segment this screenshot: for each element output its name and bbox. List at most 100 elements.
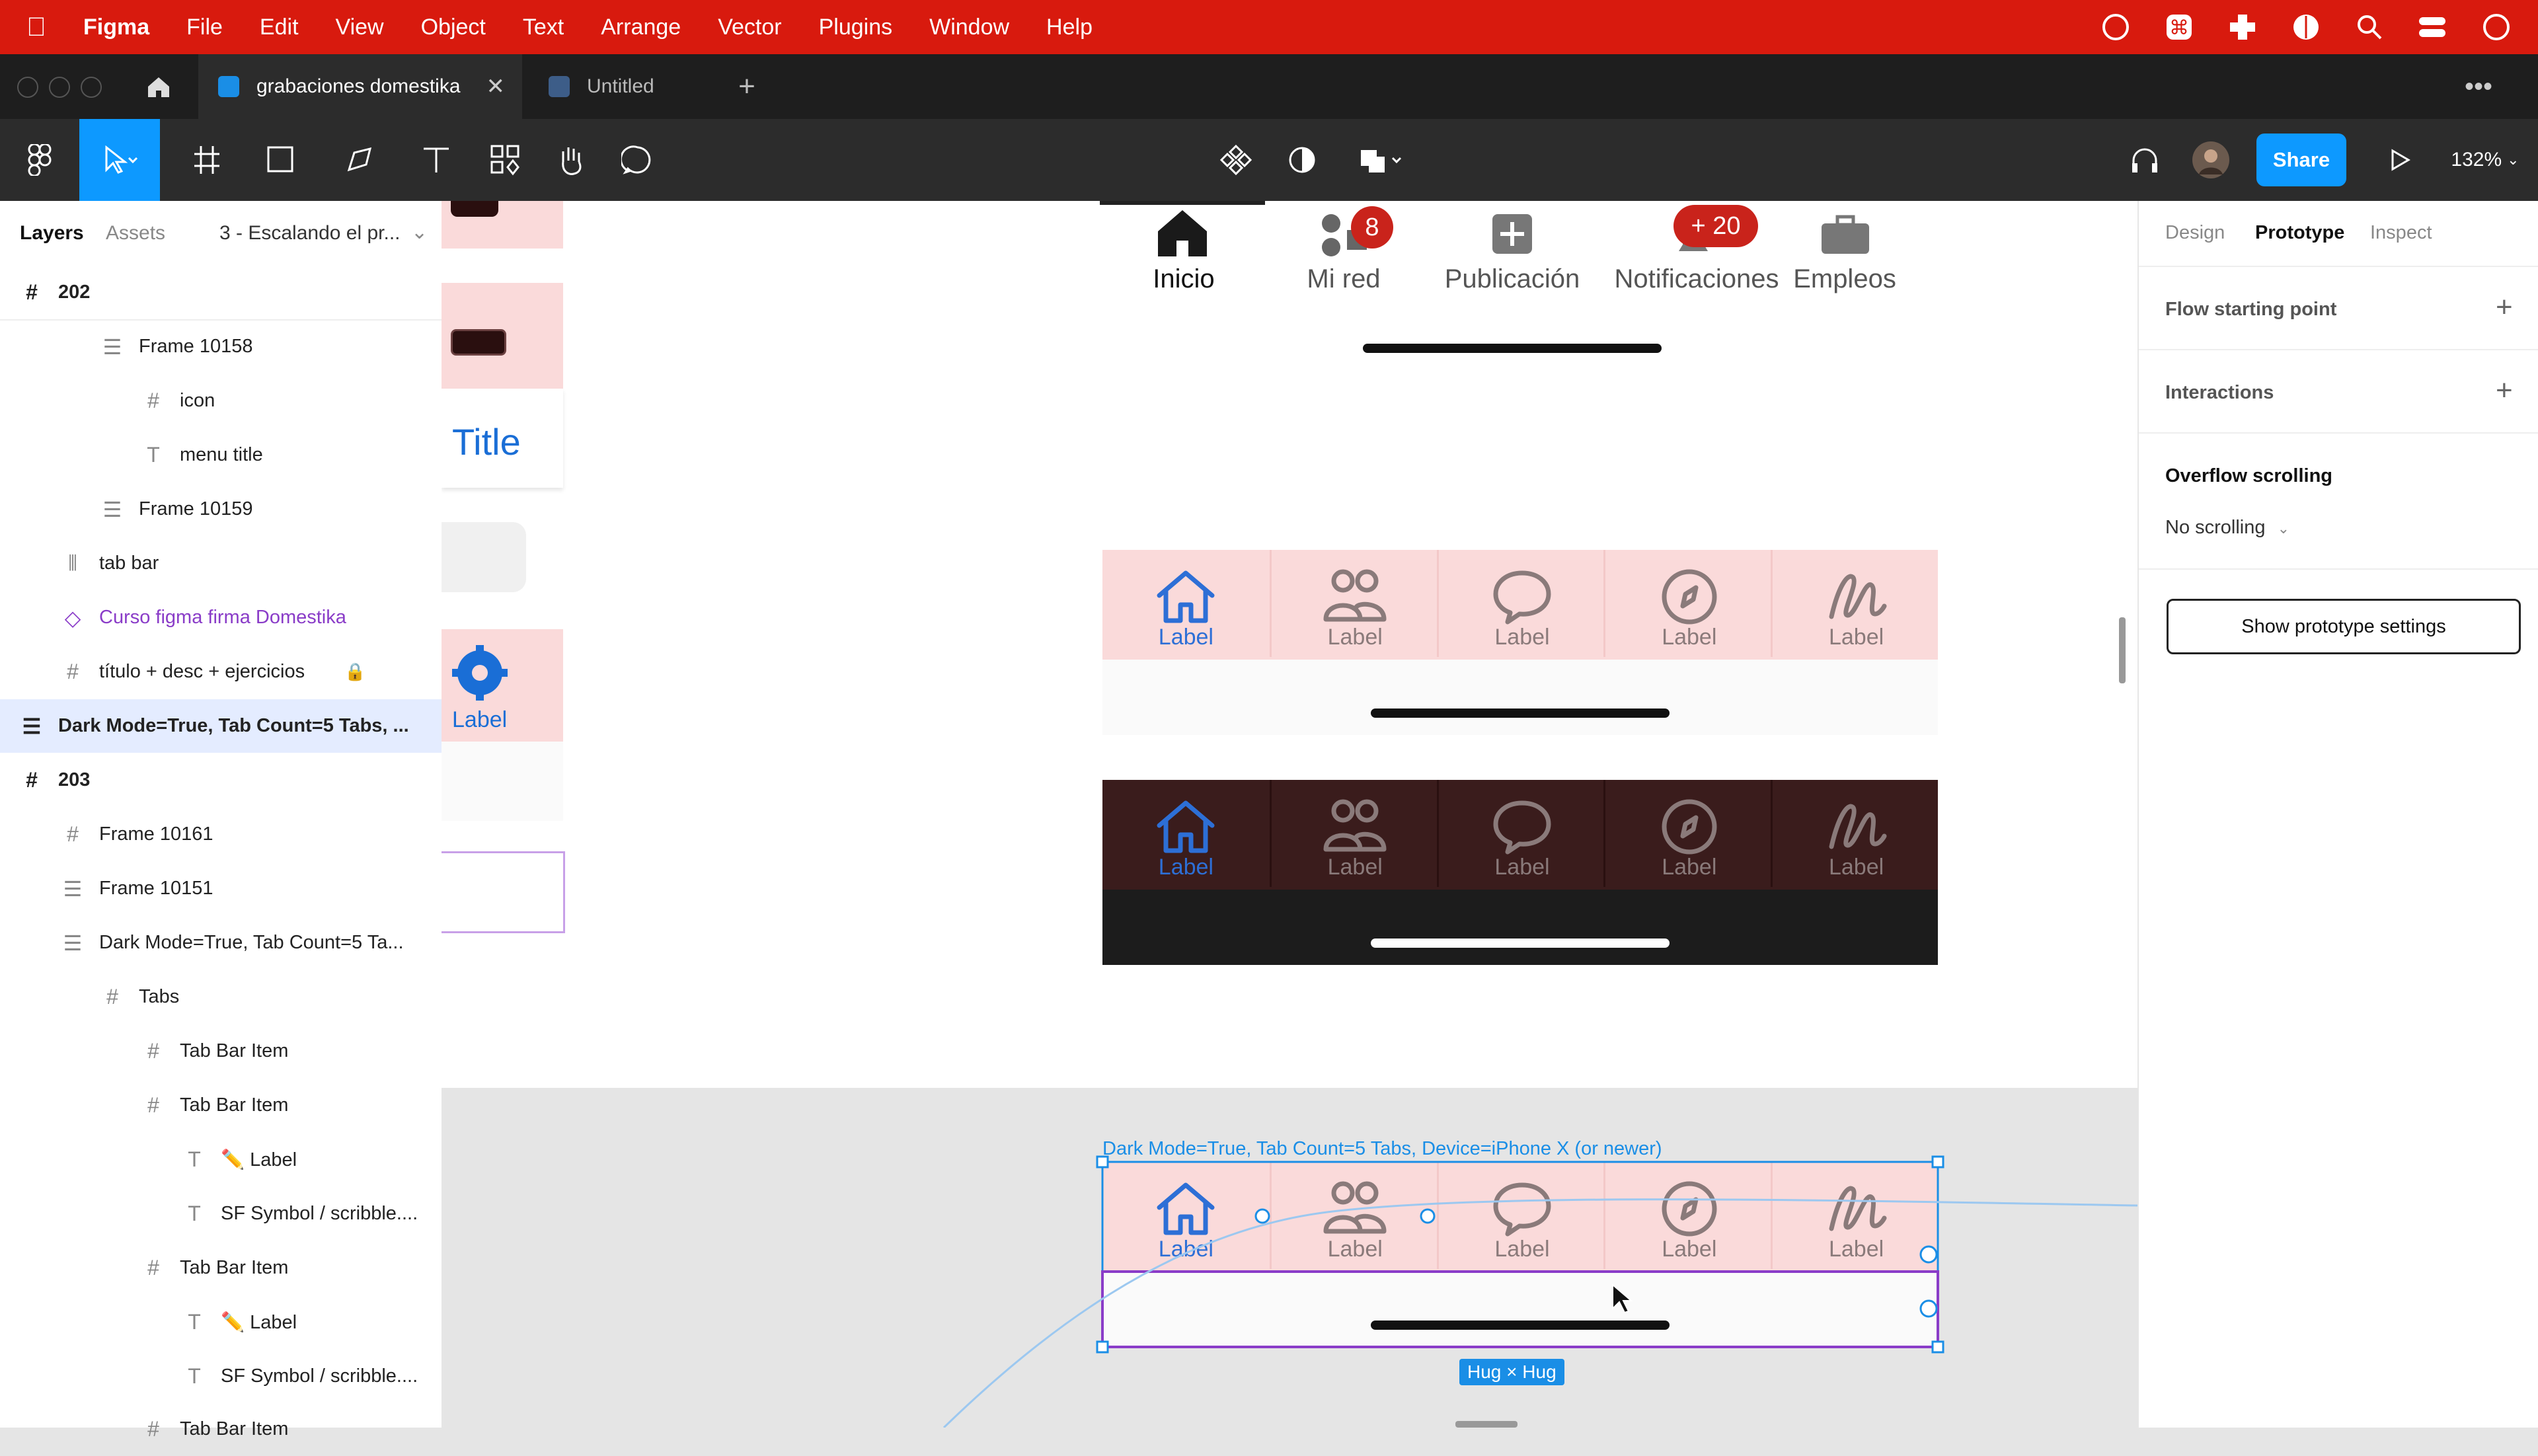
auto-layout-icon: ☰ [63,931,83,955]
share-button[interactable]: Share [2256,134,2346,186]
frame-tool-button[interactable] [178,119,245,201]
lock-icon[interactable]: 🔒 [344,662,365,682]
boolean-union-icon [1361,150,1402,172]
layer-label: Tab Bar Item [180,1040,289,1061]
page-selector[interactable]: 3 - Escalando el pr... [219,222,401,245]
menu-view[interactable]: View [336,15,384,40]
figma-file-icon [218,76,239,97]
comment-tool-button[interactable] [605,119,671,201]
layer-label: ✏️ Label [221,1149,297,1170]
layer-label: Frame 10151 [99,878,213,899]
component-button[interactable] [1203,119,1269,201]
layer-label: Frame 10161 [99,824,213,845]
menu-arrange[interactable]: Arrange [601,15,681,40]
layer-frame-203[interactable]: # 203 [0,753,461,807]
more-options-icon[interactable]: ••• [2445,54,2512,119]
design-canvas[interactable]: Title Label Inicio 8 Mi red Publicación … [442,201,2137,1428]
pen-icon [347,147,372,172]
layer-dark-mode-selected[interactable]: ☰ Dark Mode=True, Tab Count=5 Tabs, ... [0,699,461,753]
auto-layout-icon: ☰ [102,497,122,521]
layer-label: Dark Mode=True, Tab Count=5 Tabs, ... [58,715,409,736]
home-button[interactable] [132,54,185,119]
creative-cloud-icon[interactable] [2100,12,2131,42]
window-minimize-button[interactable] [49,77,70,98]
layer-label: Tab Bar Item [180,1418,289,1439]
layer-frame-10151[interactable]: ☰ Frame 10151 [0,862,502,915]
window-zoom-button[interactable] [81,77,102,98]
menu-vector[interactable]: Vector [718,15,781,40]
layer-label: Tab Bar Item [180,1094,289,1116]
layer-label: SF Symbol / scribble.... [221,1203,418,1224]
tab-assets[interactable]: Assets [106,222,165,245]
siri-icon[interactable] [2481,12,2512,42]
overflow-scrolling-dropdown[interactable]: No scrolling ⌄ [2165,517,2289,539]
text-tool-button[interactable] [403,119,469,201]
window-close-button[interactable] [17,77,38,98]
menu-edit[interactable]: Edit [260,15,299,40]
menu-plugins[interactable]: Plugins [819,15,893,40]
apple-icon[interactable]:  [26,13,46,42]
tab-prototype[interactable]: Prototype [2255,222,2344,244]
chevron-down-icon: ⌄ [2277,520,2289,537]
auto-layout-icon: ☰ [22,714,42,738]
menu-help[interactable]: Help [1046,15,1093,40]
figma-logo-icon [28,144,52,176]
text-t-icon: T [188,1202,201,1225]
layer-titulo-desc[interactable]: # título + desc + ejercicios 🔒 [0,645,502,699]
add-interaction-button[interactable]: + [2496,374,2513,407]
tab-label: grabaciones domestika [256,75,461,97]
show-prototype-settings-button[interactable]: Show prototype settings [2167,599,2521,654]
menu-text[interactable]: Text [523,15,564,40]
user-avatar[interactable] [2181,119,2241,201]
hand-icon [562,147,582,175]
tab-layers[interactable]: Layers [20,222,84,245]
spotlight-button[interactable] [2115,119,2174,201]
hand-tool-button[interactable] [539,119,605,201]
layer-tab-bar[interactable]: ⦀ tab bar [0,537,502,590]
overflow-value: No scrolling [2165,517,2266,538]
layers-panel: Layers Assets 3 - Escalando el pr... ⌄ #… [0,201,461,1441]
tab-untitled[interactable]: Untitled [529,54,714,119]
tab-close-icon[interactable]: ✕ [486,73,506,100]
text-t-icon [424,147,449,172]
divider [2139,266,2538,267]
brain-icon[interactable] [2291,12,2321,42]
resources-tool-button[interactable] [473,119,539,201]
layer-frame-202[interactable]: # 202 [0,266,461,321]
layer-frame-10161[interactable]: # Frame 10161 [0,808,502,861]
shape-tool-button[interactable] [251,119,317,201]
add-flow-button[interactable]: + [2496,291,2513,324]
mask-button[interactable] [1269,119,1335,201]
layer-label: SF Symbol / scribble.... [221,1365,418,1387]
avatar-icon [2192,141,2229,178]
menu-object[interactable]: Object [421,15,486,40]
svg-text:⌘: ⌘ [2169,17,2189,40]
vertical-scrollbar[interactable] [2119,617,2126,683]
layer-label: Tab Bar Item [180,1257,289,1278]
layer-component-instance[interactable]: ◇ Curso figma firma Domestika [0,591,502,644]
zoom-dropdown[interactable]: 132% ⌄ [2445,119,2525,201]
shortcut-icon[interactable]: ⌘ [2164,12,2194,42]
control-center-icon[interactable] [2418,12,2448,42]
tab-grabaciones-domestika[interactable]: grabaciones domestika ✕ [198,54,522,119]
zoom-value: 132% [2451,149,2502,171]
pen-tool-button[interactable] [330,119,397,201]
tab-inspect[interactable]: Inspect [2370,222,2432,244]
horizontal-scrollbar[interactable] [1455,1421,1518,1428]
frame-hash-icon: # [26,768,38,792]
move-tool-button[interactable] [79,119,160,201]
menu-app-figma[interactable]: Figma [83,15,149,40]
layer-dark-mode[interactable]: ☰ Dark Mode=True, Tab Count=5 Ta... [0,916,502,970]
layer-label: título + desc + ejercicios [99,661,305,682]
menu-window[interactable]: Window [929,15,1009,40]
main-menu-button[interactable] [7,119,73,201]
boolean-groups-button[interactable] [1342,119,1421,201]
present-button[interactable] [2366,119,2432,201]
file-tab-strip: grabaciones domestika ✕ Untitled + ••• [0,54,2538,119]
menu-file[interactable]: File [186,15,223,40]
search-icon[interactable] [2354,12,2385,42]
first-aid-icon[interactable] [2227,12,2258,42]
selection-overlay [942,1155,2137,1428]
tab-design[interactable]: Design [2165,222,2225,244]
new-tab-button[interactable]: + [727,54,767,119]
